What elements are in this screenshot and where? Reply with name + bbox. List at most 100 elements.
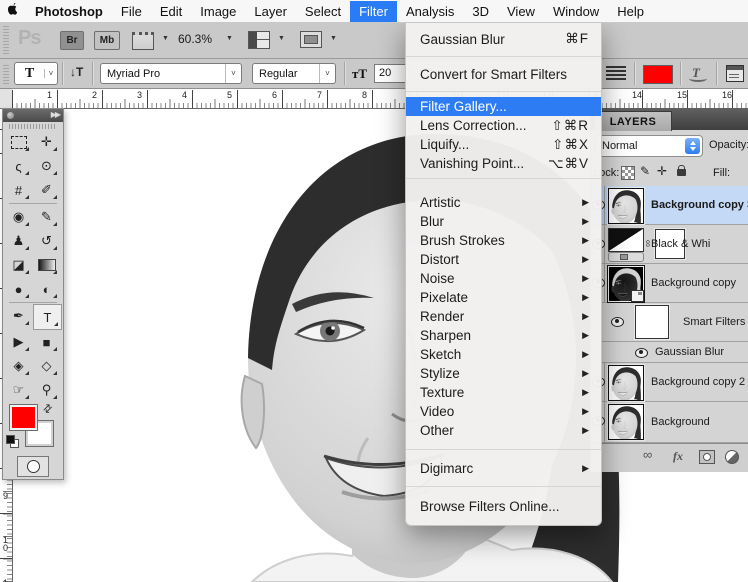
font-style-select[interactable]: Regular ˅ bbox=[252, 63, 336, 84]
default-colors-icon[interactable] bbox=[6, 435, 19, 448]
menubar-item-help[interactable]: Help bbox=[608, 1, 653, 22]
layer-row-gaussian-blur[interactable]: Gaussian Blur bbox=[591, 342, 748, 363]
eye-icon[interactable] bbox=[611, 317, 624, 327]
menu-item-distort[interactable]: Distort ▶ bbox=[406, 250, 601, 269]
blur-tool[interactable]: ● bbox=[5, 277, 32, 301]
adjustment-layer-icon[interactable] bbox=[725, 450, 739, 464]
menu-item-convert-for-smart-filters[interactable]: Convert for Smart Filters bbox=[406, 61, 601, 87]
text-align-icon[interactable] bbox=[606, 66, 626, 80]
toolbox-grip[interactable] bbox=[9, 124, 57, 129]
type-tool[interactable]: T bbox=[33, 304, 62, 330]
eye-icon[interactable] bbox=[635, 348, 648, 358]
collapse-arrows-icon[interactable]: ▶▶ bbox=[51, 110, 61, 119]
view-extras-icon[interactable] bbox=[132, 32, 154, 50]
menubar-item-edit[interactable]: Edit bbox=[151, 1, 191, 22]
menubar-item-3d[interactable]: 3D bbox=[463, 1, 498, 22]
device-central-button[interactable]: Mb bbox=[94, 31, 120, 50]
arrange-documents-icon[interactable] bbox=[248, 31, 270, 49]
font-family-select[interactable]: Myriad Pro ˅ bbox=[100, 63, 242, 84]
close-dot-icon[interactable] bbox=[7, 112, 14, 119]
layer-row-smart-filters[interactable]: Smart Filters bbox=[591, 303, 748, 342]
screen-mode-icon[interactable] bbox=[300, 31, 322, 48]
menu-item-filter-gallery[interactable]: Filter Gallery... bbox=[406, 97, 601, 116]
layer-style-fx-icon[interactable]: fx bbox=[673, 449, 683, 464]
gradient-tool[interactable] bbox=[33, 253, 60, 277]
quick-selection-tool[interactable]: ⊙ bbox=[33, 154, 60, 178]
layer-row-background[interactable]: Background bbox=[591, 402, 748, 443]
menubar-item-layer[interactable]: Layer bbox=[245, 1, 296, 22]
blend-mode-select[interactable]: Normal bbox=[595, 135, 703, 157]
3d-orbit-tool[interactable]: ◇ bbox=[33, 354, 60, 378]
layer-row-background-copy[interactable]: Background copy bbox=[591, 264, 748, 303]
path-selection-tool[interactable]: ▶ bbox=[5, 330, 32, 354]
shape-tool[interactable]: ■ bbox=[33, 330, 60, 354]
swap-colors-icon[interactable]: ⇄ bbox=[40, 401, 55, 416]
menubar-item-window[interactable]: Window bbox=[544, 1, 608, 22]
tool-preset-picker[interactable]: T ˅ bbox=[14, 62, 58, 85]
menu-item-vanishing-point[interactable]: Vanishing Point... ⌥⌘V bbox=[406, 154, 601, 173]
zoom-dropdown-arrow[interactable]: ▼ bbox=[226, 35, 233, 42]
menu-item-noise[interactable]: Noise ▶ bbox=[406, 269, 601, 288]
3d-rotate-tool[interactable]: ◈ bbox=[5, 354, 32, 378]
layer-row-black-whi[interactable]: ∞ Black & Whi bbox=[591, 225, 748, 264]
quick-mask-button[interactable] bbox=[17, 456, 49, 477]
menu-item-sharpen[interactable]: Sharpen ▶ bbox=[406, 326, 601, 345]
hand-tool[interactable]: ☞ bbox=[5, 378, 32, 402]
menu-item-sketch[interactable]: Sketch ▶ bbox=[406, 345, 601, 364]
lasso-tool[interactable]: ς bbox=[5, 154, 32, 178]
toolbox-header[interactable]: ▶▶ bbox=[3, 109, 63, 122]
menu-item-liquify[interactable]: Liquify... ⇧⌘X bbox=[406, 135, 601, 154]
link-layers-icon[interactable]: ∞ bbox=[643, 447, 652, 462]
menu-item-brush-strokes[interactable]: Brush Strokes ▶ bbox=[406, 231, 601, 250]
menubar-item-filter[interactable]: Filter bbox=[350, 0, 397, 22]
foreground-color-swatch[interactable] bbox=[9, 404, 38, 431]
menu-item-other[interactable]: Other ▶ bbox=[406, 421, 601, 440]
crop-tool[interactable]: # bbox=[5, 178, 32, 202]
lock-position-icon[interactable]: ✛ bbox=[657, 164, 667, 178]
menu-item-texture[interactable]: Texture ▶ bbox=[406, 383, 601, 402]
lock-all-icon[interactable] bbox=[677, 165, 686, 176]
menu-item-blur[interactable]: Blur ▶ bbox=[406, 212, 601, 231]
history-brush-tool[interactable]: ↺ bbox=[33, 229, 60, 253]
menu-item-lens-correction[interactable]: Lens Correction... ⇧⌘R bbox=[406, 116, 601, 135]
clone-stamp-tool[interactable]: ♟ bbox=[5, 229, 32, 253]
layer-row-background-copy-3[interactable]: Background copy 3 bbox=[591, 186, 748, 225]
menubar-item-view[interactable]: View bbox=[498, 1, 544, 22]
menubar-item-select[interactable]: Select bbox=[296, 1, 350, 22]
menu-item-stylize[interactable]: Stylize ▶ bbox=[406, 364, 601, 383]
menu-item-pixelate[interactable]: Pixelate ▶ bbox=[406, 288, 601, 307]
menu-item-artistic[interactable]: Artistic ▶ bbox=[406, 193, 601, 212]
eraser-tool[interactable]: ◪ bbox=[5, 253, 32, 277]
pen-tool[interactable]: ✒ bbox=[5, 304, 32, 328]
eyedropper-tool[interactable]: ✐ bbox=[33, 178, 60, 202]
layer-row-background-copy-2[interactable]: Background copy 2 bbox=[591, 363, 748, 402]
brush-tool[interactable]: ✎ bbox=[33, 205, 60, 229]
view-extras-dropdown-arrow[interactable]: ▼ bbox=[162, 35, 169, 42]
horizontal-ruler[interactable]: 1234567891011121314151617 bbox=[12, 89, 748, 109]
menubar-item-analysis[interactable]: Analysis bbox=[397, 1, 463, 22]
menu-item-browse-filters-online[interactable]: Browse Filters Online... bbox=[406, 493, 601, 519]
arrange-documents-dropdown-arrow[interactable]: ▼ bbox=[278, 35, 285, 42]
text-color-swatch[interactable] bbox=[643, 65, 673, 84]
dodge-tool[interactable]: ◐ bbox=[33, 277, 60, 301]
lock-transparency-icon[interactable] bbox=[621, 166, 635, 180]
warp-text-icon[interactable]: T bbox=[689, 65, 707, 82]
add-layer-mask-icon[interactable] bbox=[699, 450, 715, 464]
screen-mode-dropdown-arrow[interactable]: ▼ bbox=[330, 35, 337, 42]
zoom-level[interactable]: 60.3% bbox=[178, 32, 212, 46]
rectangular-marquee-tool[interactable] bbox=[5, 130, 32, 154]
launch-bridge-button[interactable]: Br bbox=[60, 31, 84, 50]
menubar-item-photoshop[interactable]: Photoshop bbox=[26, 1, 112, 22]
zoom-tool[interactable]: ⚲ bbox=[33, 378, 60, 402]
toggle-panels-icon[interactable] bbox=[726, 65, 744, 82]
menubar-item-file[interactable]: File bbox=[112, 1, 151, 22]
tab-layers[interactable]: LAYERS bbox=[594, 111, 672, 131]
text-orientation-icon[interactable]: ↓T bbox=[70, 65, 83, 79]
healing-brush-tool[interactable]: ◉ bbox=[5, 205, 32, 229]
menu-item-render[interactable]: Render ▶ bbox=[406, 307, 601, 326]
menu-item-digimarc[interactable]: Digimarc ▶ bbox=[406, 456, 601, 480]
menu-item-gaussian-blur[interactable]: Gaussian Blur ⌘F bbox=[406, 26, 601, 52]
menu-item-video[interactable]: Video ▶ bbox=[406, 402, 601, 421]
menubar-item-image[interactable]: Image bbox=[191, 1, 245, 22]
lock-pixels-icon[interactable]: ✎ bbox=[640, 164, 650, 178]
